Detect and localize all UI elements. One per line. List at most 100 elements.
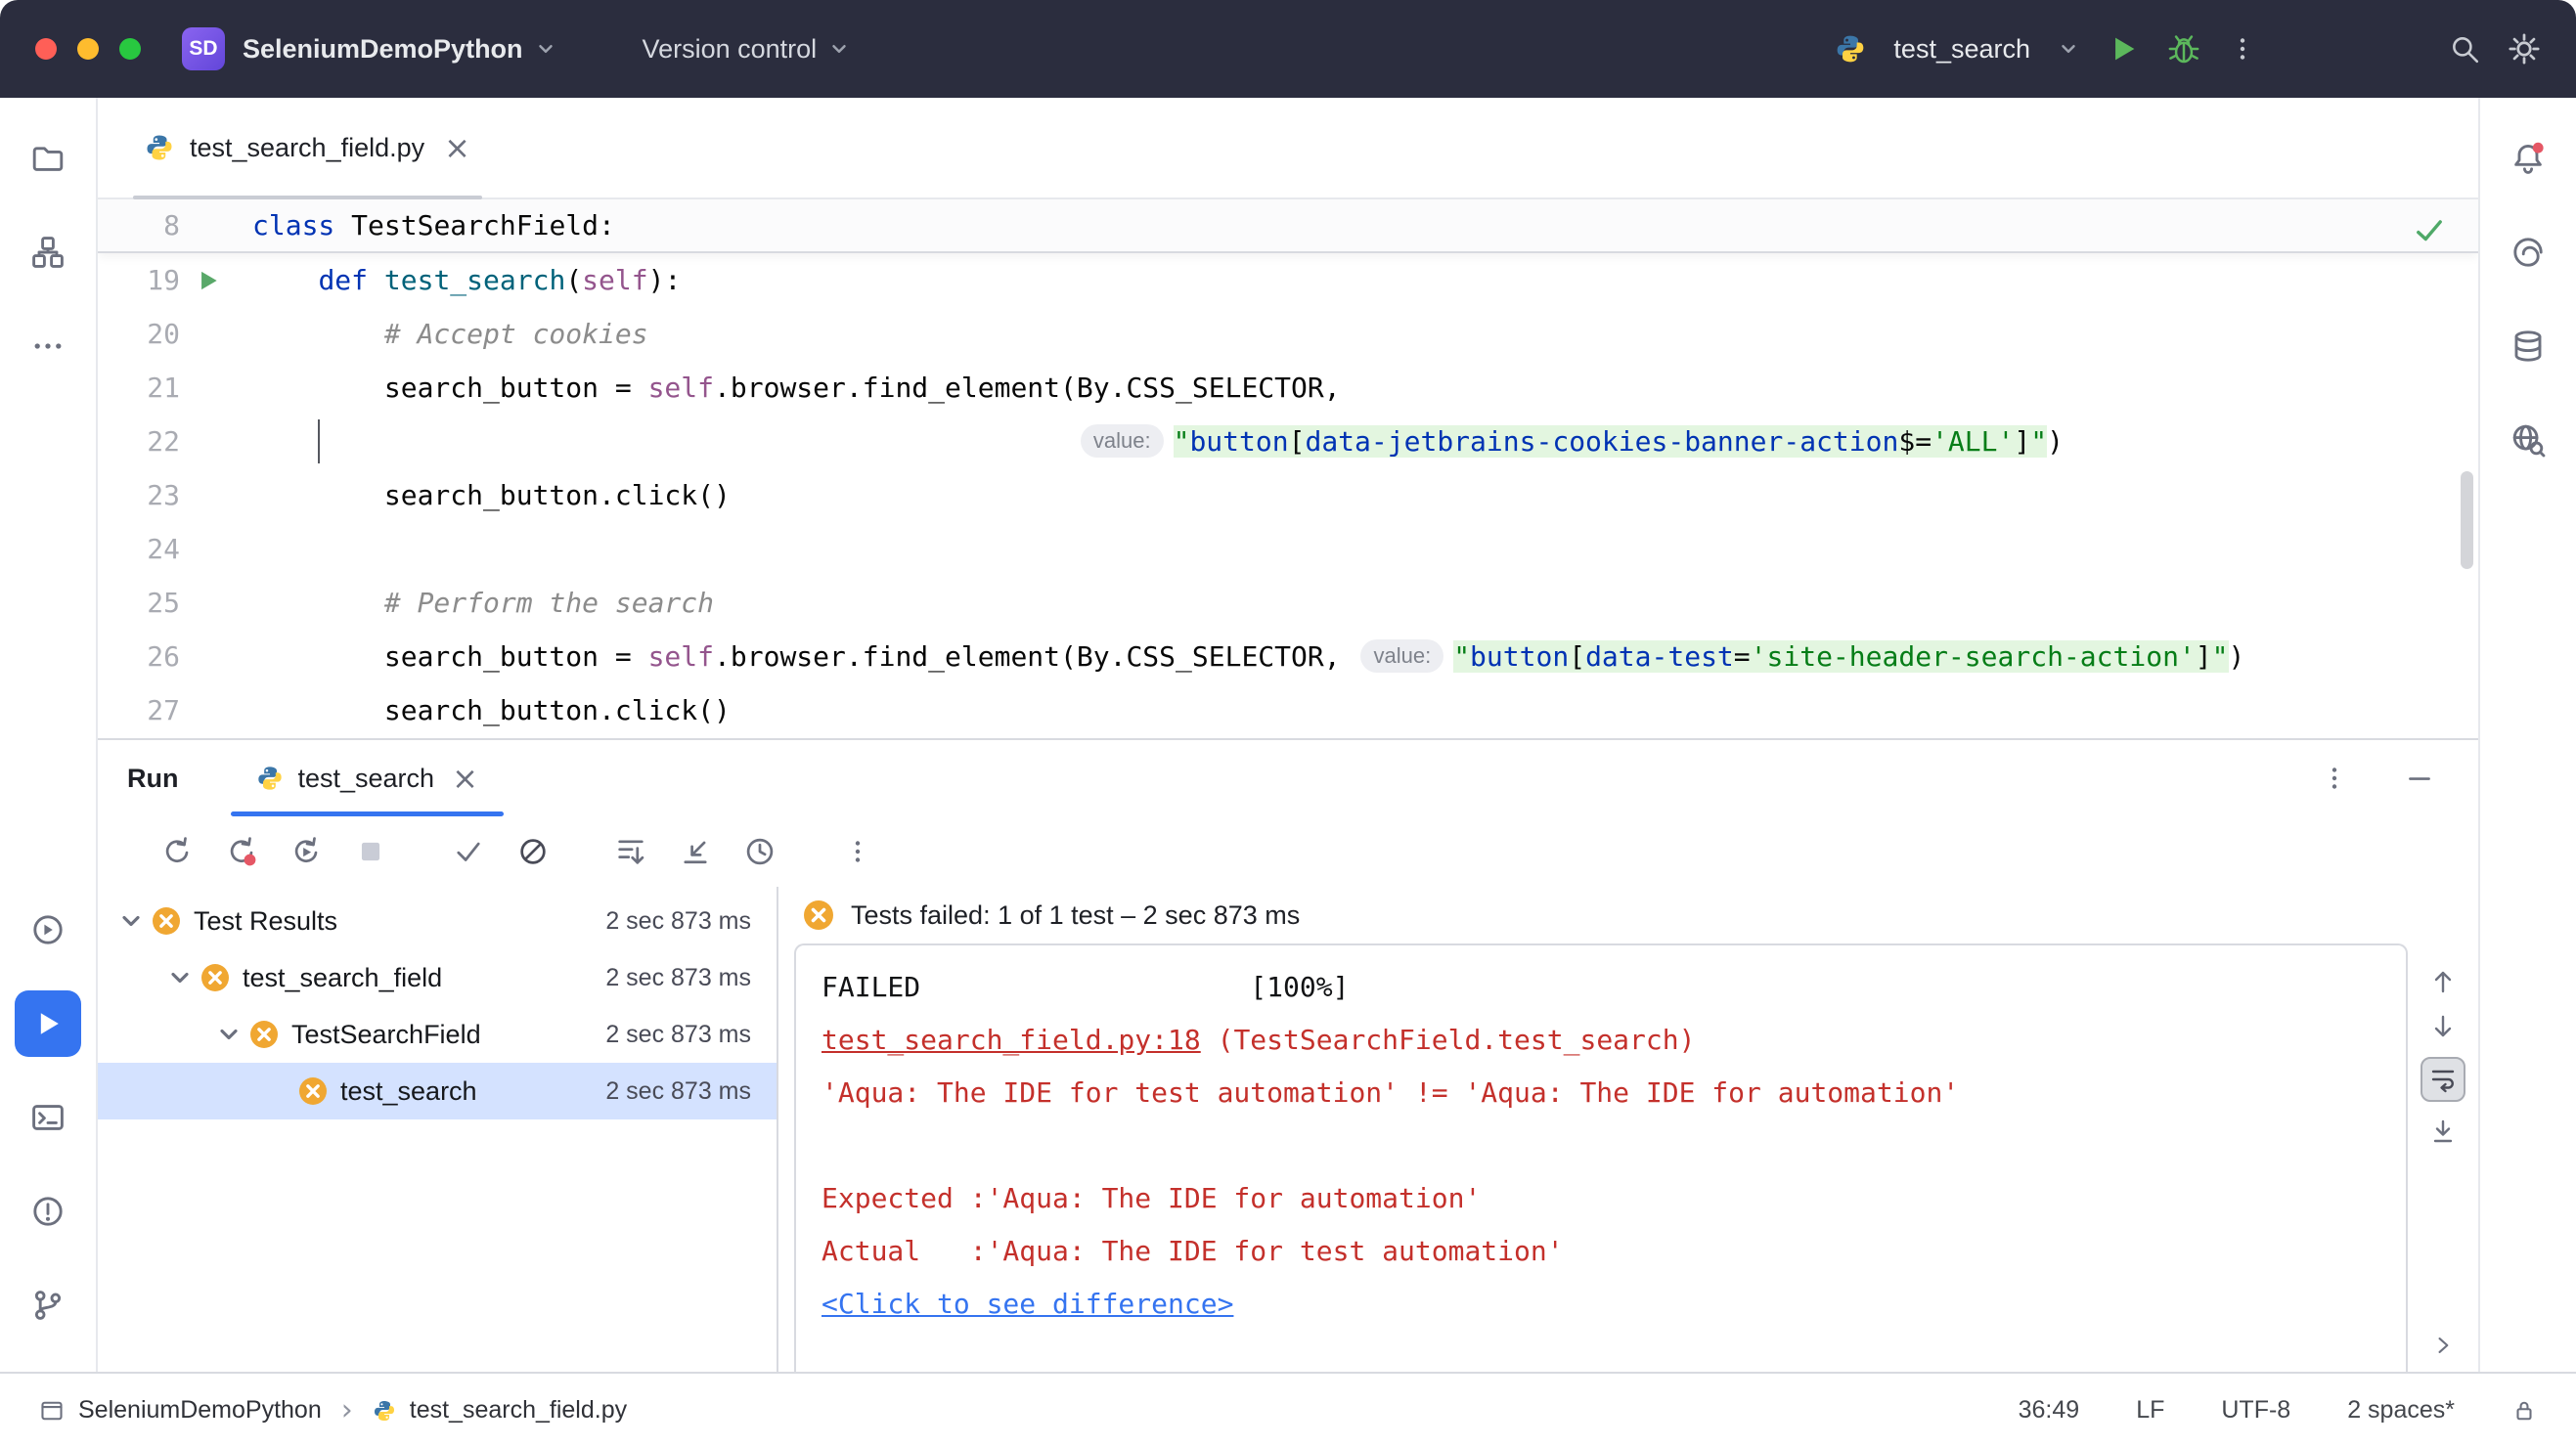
code-token: [: [1569, 640, 1585, 673]
settings-gear-icon[interactable]: [2508, 32, 2541, 66]
test-tree-node-test-search[interactable]: test_search2 sec 873 ms: [98, 1063, 777, 1119]
hide-tool-window-icon[interactable]: [2404, 763, 2435, 794]
search-everywhere-icon[interactable]: [2449, 33, 2480, 65]
run-tool-window-button[interactable]: [15, 990, 81, 1057]
encoding-widget[interactable]: UTF-8: [2221, 1396, 2290, 1425]
more-actions-icon[interactable]: [2228, 34, 2257, 64]
structure-tool-button[interactable]: [15, 219, 81, 285]
caret-position-widget[interactable]: 36:49: [2019, 1396, 2080, 1425]
tree-expand-icon[interactable]: [166, 964, 194, 991]
code-line-19[interactable]: 19 def test_search(self):: [98, 253, 2478, 307]
editor-scrollbar[interactable]: [2461, 471, 2473, 569]
rerun-icon: [160, 835, 194, 868]
run-button[interactable]: [2107, 32, 2140, 66]
collapse-all-button[interactable]: [673, 829, 718, 874]
next-occurrence-icon[interactable]: [2428, 1012, 2458, 1041]
window-minimize-button[interactable]: [77, 38, 99, 60]
tree-expand-icon[interactable]: [215, 1021, 243, 1048]
rerun-button[interactable]: [155, 829, 200, 874]
test-tree-node-test-results[interactable]: Test Results2 sec 873 ms: [98, 893, 777, 949]
expand-all-icon: [614, 835, 647, 868]
lock-icon[interactable]: [2511, 1398, 2537, 1424]
sticky-line[interactable]: 8 class TestSearchField:: [98, 199, 2478, 253]
problems-icon: [30, 1194, 66, 1229]
code-line-23[interactable]: 23 search_button.click(): [98, 468, 2478, 522]
test-tree-node-testsearchfield[interactable]: TestSearchField2 sec 873 ms: [98, 1006, 777, 1063]
version-control-tool-button[interactable]: [15, 1272, 81, 1338]
more-tools-button[interactable]: [15, 313, 81, 379]
services-tool-button[interactable]: [15, 897, 81, 963]
run-config-name[interactable]: test_search: [1893, 34, 2030, 65]
code-line-24[interactable]: 24: [98, 522, 2478, 576]
notifications-button[interactable]: [2495, 125, 2561, 192]
project-name: SeleniumDemoPython: [243, 34, 523, 65]
code-token: test_search: [384, 264, 565, 296]
code-line-20[interactable]: 20 # Accept cookies: [98, 307, 2478, 361]
expand-panel-icon[interactable]: [2430, 1333, 2456, 1358]
titlebar: SD SeleniumDemoPython Version control te…: [0, 0, 2576, 98]
console-output[interactable]: FAILED [100%]test_search_field.py:18 (Te…: [794, 943, 2408, 1372]
toggle-auto-test-button[interactable]: [284, 829, 329, 874]
breadcrumb-file[interactable]: test_search_field.py: [410, 1396, 627, 1425]
code-line-21[interactable]: 21 search_button = self.browser.find_ele…: [98, 361, 2478, 415]
code-token: [252, 425, 1077, 458]
chevron-down-icon: [535, 38, 556, 60]
run-test-gutter-icon[interactable]: [180, 268, 237, 293]
chevron-down-icon[interactable]: [2058, 38, 2079, 60]
stop-button[interactable]: [348, 829, 393, 874]
code-token: ):: [648, 264, 682, 296]
inspections-ok-icon[interactable]: [2414, 215, 2445, 246]
run-tab-label: test_search: [297, 764, 434, 794]
soft-wrap-button[interactable]: [2421, 1057, 2465, 1102]
code-token: ]: [2196, 640, 2212, 673]
expand-all-button[interactable]: [608, 829, 653, 874]
auto-test-icon: [289, 835, 323, 868]
window-zoom-button[interactable]: [119, 38, 141, 60]
close-run-tab-icon[interactable]: ×: [452, 763, 478, 794]
window-close-button[interactable]: [35, 38, 57, 60]
database-tool-button[interactable]: [2495, 313, 2561, 379]
scroll-to-end-icon[interactable]: [2428, 1118, 2458, 1147]
code-line-26[interactable]: 26 search_button = self.browser.find_ele…: [98, 630, 2478, 683]
run-tool-window: Run test_search ×: [98, 738, 2478, 1372]
code-token: # Perform the search: [384, 587, 714, 619]
see-difference-link[interactable]: <Click to see difference>: [822, 1288, 1233, 1320]
run-options-icon[interactable]: [2320, 764, 2349, 793]
console-line: test_search_field.py:18 (TestSearchField…: [822, 1014, 2396, 1067]
test-node-duration: 2 sec 873 ms: [605, 1021, 751, 1049]
line-separator-widget[interactable]: LF: [2136, 1396, 2164, 1425]
tree-expand-icon[interactable]: [117, 907, 145, 935]
editor-tab[interactable]: test_search_field.py ×: [133, 98, 482, 197]
code-token: [252, 264, 318, 296]
ide-window: SD SeleniumDemoPython Version control te…: [0, 0, 2576, 1447]
toolbar-more-button[interactable]: [835, 829, 880, 874]
endpoints-tool-button[interactable]: [2495, 407, 2561, 473]
test-history-button[interactable]: [737, 829, 782, 874]
breadcrumb-project[interactable]: SeleniumDemoPython: [78, 1396, 322, 1425]
code-editor[interactable]: 8 class TestSearchField: 19 def test_sea…: [98, 199, 2478, 738]
console-text: Expected :'Aqua: The IDE for automation': [822, 1182, 1481, 1214]
run-tab[interactable]: test_search ×: [250, 740, 483, 816]
tab-close-icon[interactable]: ×: [444, 132, 470, 163]
previous-occurrence-icon[interactable]: [2428, 967, 2458, 996]
project-tool-button[interactable]: [15, 125, 81, 192]
rerun-failed-tests-button[interactable]: [219, 829, 264, 874]
line-number: 23: [98, 468, 180, 522]
problems-tool-button[interactable]: [15, 1178, 81, 1245]
project-badge-text: SD: [189, 37, 217, 61]
show-ignored-button[interactable]: [511, 829, 555, 874]
code-line-22[interactable]: 22 value:"button[data-jetbrains-cookies-…: [98, 415, 2478, 468]
code-token: =: [1734, 640, 1751, 673]
debug-button[interactable]: [2167, 32, 2200, 66]
vcs-widget[interactable]: Version control: [643, 34, 851, 65]
test-tree-node-test-search-field[interactable]: test_search_field2 sec 873 ms: [98, 949, 777, 1006]
code-line-27[interactable]: 27 search_button.click(): [98, 683, 2478, 737]
ai-assistant-button[interactable]: [2495, 219, 2561, 285]
code-token: [252, 318, 384, 350]
indent-widget[interactable]: 2 spaces*: [2347, 1396, 2455, 1425]
terminal-tool-button[interactable]: [15, 1084, 81, 1151]
stacktrace-link[interactable]: test_search_field.py:18: [822, 1024, 1201, 1056]
show-passed-button[interactable]: [446, 829, 491, 874]
project-widget[interactable]: SeleniumDemoPython: [243, 34, 556, 65]
code-line-25[interactable]: 25 # Perform the search: [98, 576, 2478, 630]
